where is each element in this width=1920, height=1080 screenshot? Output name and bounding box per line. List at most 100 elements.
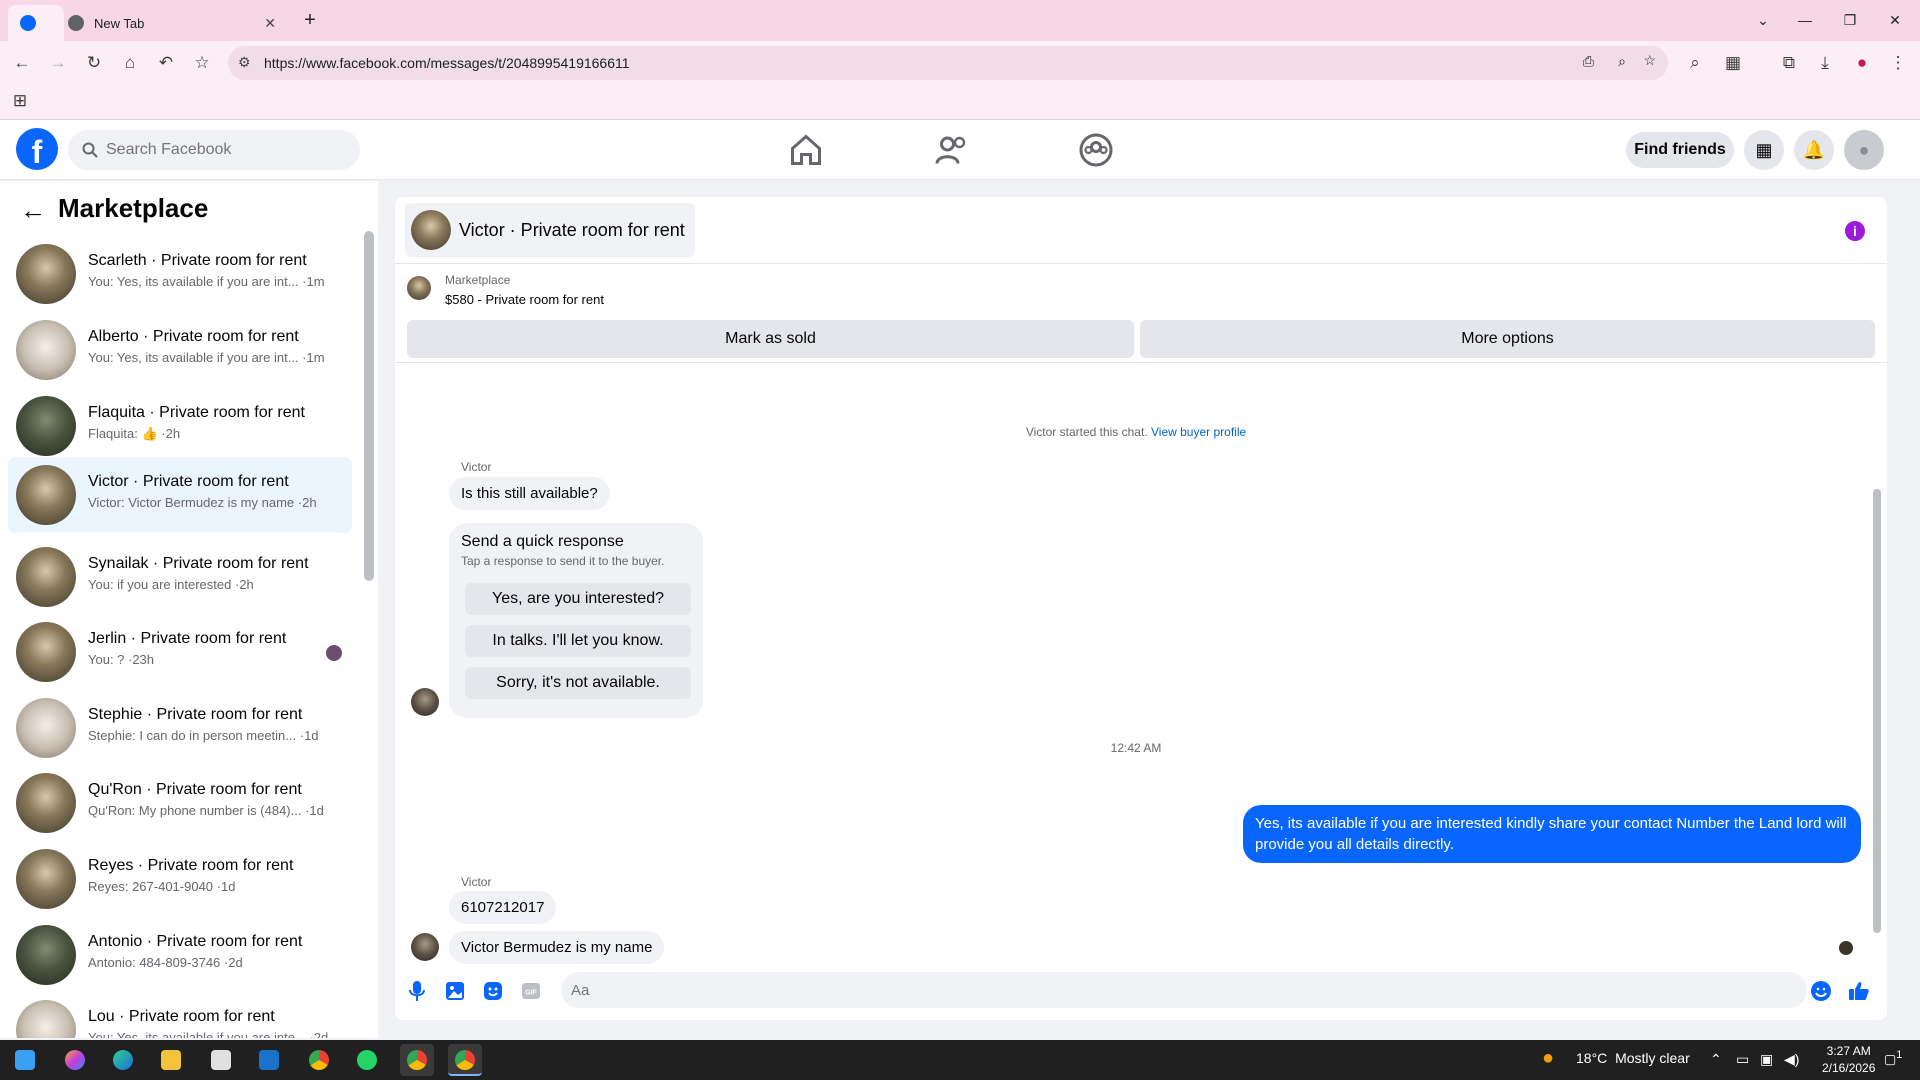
conversation-name: Jerlin · Private room for rent bbox=[88, 630, 287, 647]
profile-icon[interactable]: ● bbox=[1848, 49, 1876, 77]
display-icon[interactable]: ▭ bbox=[1736, 1051, 1749, 1068]
crop-icon[interactable]: ⧉ bbox=[1775, 49, 1803, 77]
quick-response-subtitle: Tap a response to send it to the buyer. bbox=[461, 554, 665, 568]
forward-icon[interactable]: → bbox=[44, 49, 72, 77]
quick-response-in-talks[interactable]: In talks. I'll let you know. bbox=[465, 625, 691, 657]
conversation-name: Flaquita · Private room for rent bbox=[88, 404, 305, 421]
menu-grid-icon[interactable]: ▦ bbox=[1744, 130, 1784, 170]
install-icon[interactable]: ⎙ bbox=[1583, 53, 1594, 70]
emoji-icon[interactable] bbox=[1809, 979, 1833, 1003]
listing-title[interactable]: $580 - Private room for rent bbox=[445, 292, 604, 307]
back-arrow-icon[interactable]: ← bbox=[20, 195, 46, 226]
image-icon[interactable] bbox=[443, 979, 467, 1003]
search-browser-icon[interactable]: ⌕ bbox=[1681, 49, 1709, 77]
tray-overflow-icon[interactable]: ⌃ bbox=[1710, 1051, 1722, 1068]
chrome-active-icon[interactable] bbox=[448, 1044, 482, 1076]
facebook-logo[interactable]: f bbox=[16, 128, 58, 170]
edge-icon[interactable] bbox=[106, 1044, 140, 1076]
chat-header[interactable]: Victor · Private room for rent bbox=[405, 203, 695, 257]
facebook-search[interactable] bbox=[68, 130, 360, 170]
conversation-item[interactable]: Flaquita · Private room for rent Flaquit… bbox=[8, 388, 352, 463]
thumbs-up-icon[interactable] bbox=[1847, 979, 1871, 1003]
more-options-button[interactable]: More options bbox=[1140, 320, 1875, 358]
avatar bbox=[411, 210, 451, 250]
listing-thumbnail[interactable] bbox=[407, 276, 431, 300]
groups-icon[interactable] bbox=[1078, 132, 1114, 168]
view-buyer-profile-link[interactable]: View buyer profile bbox=[1151, 425, 1246, 439]
address-bar[interactable]: ⚙ https://www.facebook.com/messages/t/20… bbox=[228, 46, 1668, 80]
mic-icon[interactable] bbox=[405, 979, 429, 1003]
message-input-wrapper[interactable] bbox=[561, 972, 1807, 1008]
file-explorer-icon[interactable] bbox=[154, 1044, 188, 1076]
site-info-icon[interactable]: ⚙ bbox=[238, 54, 251, 71]
weather-icon[interactable]: ● bbox=[1542, 1047, 1554, 1070]
sticker-icon[interactable] bbox=[481, 979, 505, 1003]
bell-icon[interactable]: 🔔 bbox=[1794, 130, 1834, 170]
avatar bbox=[411, 688, 439, 716]
conversation-name: Stephie · Private room for rent bbox=[88, 706, 303, 723]
conversation-name: Qu'Ron · Private room for rent bbox=[88, 781, 302, 798]
store-icon[interactable] bbox=[204, 1044, 238, 1076]
apps-grid-icon[interactable]: ⊞ bbox=[6, 87, 34, 115]
weather-widget[interactable]: 18°C Mostly clear bbox=[1576, 1050, 1690, 1066]
menu-icon[interactable]: ⋮ bbox=[1884, 49, 1912, 77]
conversation-item[interactable]: Antonio · Private room for rent Antonio:… bbox=[8, 917, 352, 992]
message-input[interactable] bbox=[571, 981, 1751, 999]
outlook-icon[interactable] bbox=[252, 1044, 286, 1076]
browser-tab-strip: New Tab ✕ + ⌄ — ❐ ✕ bbox=[0, 0, 1920, 41]
chrome-icon[interactable] bbox=[302, 1044, 336, 1076]
quick-response-not-available[interactable]: Sorry, it's not available. bbox=[465, 667, 691, 699]
download-icon[interactable]: ⤓ bbox=[1811, 49, 1839, 77]
sidebar-scrollbar[interactable] bbox=[364, 231, 374, 581]
copilot-icon[interactable] bbox=[58, 1044, 92, 1076]
conversation-item[interactable]: Scarleth · Private room for rent You: Ye… bbox=[8, 236, 352, 311]
conversation-item[interactable]: Synailak · Private room for rent You: if… bbox=[8, 539, 352, 614]
gif-icon[interactable]: GIF bbox=[519, 979, 543, 1003]
whatsapp-icon[interactable] bbox=[350, 1044, 384, 1076]
search-input[interactable] bbox=[106, 141, 336, 159]
star-icon[interactable]: ☆ bbox=[1643, 52, 1656, 69]
info-icon[interactable]: i bbox=[1845, 221, 1865, 241]
minimize-button[interactable]: — bbox=[1793, 8, 1817, 32]
close-window-button[interactable]: ✕ bbox=[1883, 8, 1907, 32]
volume-icon[interactable]: ◀) bbox=[1784, 1051, 1799, 1068]
undo-icon[interactable]: ↶ bbox=[152, 49, 180, 77]
qr-icon[interactable]: ▦ bbox=[1719, 49, 1747, 77]
conversation-item[interactable]: Qu'Ron · Private room for rent Qu'Ron: M… bbox=[8, 765, 352, 840]
find-friends-button[interactable]: Find friends bbox=[1626, 132, 1734, 168]
maximize-button[interactable]: ❐ bbox=[1838, 8, 1862, 32]
back-icon[interactable]: ← bbox=[8, 49, 36, 77]
new-tab-button[interactable]: + bbox=[298, 8, 322, 32]
tab-close-icon[interactable]: ✕ bbox=[264, 15, 276, 32]
read-receipt-avatar bbox=[1839, 941, 1853, 955]
tab-new-tab[interactable]: New Tab ✕ bbox=[56, 5, 288, 41]
conversation-name: Antonio · Private room for rent bbox=[88, 933, 303, 950]
home-browser-icon[interactable]: ⌂ bbox=[116, 49, 144, 77]
facebook-header: f Find friends ▦ 🔔 ● bbox=[0, 120, 1920, 180]
incoming-message: Victor Bermudez is my name bbox=[449, 931, 665, 964]
chat-scrollbar[interactable] bbox=[1873, 489, 1881, 933]
chrome-profile-icon[interactable] bbox=[400, 1044, 434, 1076]
clock[interactable]: 3:27 AM 2/16/2026 bbox=[1822, 1043, 1875, 1077]
quick-response-yes[interactable]: Yes, are you interested? bbox=[465, 583, 691, 615]
zoom-icon[interactable]: ⌕ bbox=[1618, 53, 1626, 70]
conversation-preview: You: Yes, its available if you are int..… bbox=[88, 350, 325, 365]
reload-icon[interactable]: ↻ bbox=[80, 49, 108, 77]
friends-icon[interactable] bbox=[934, 132, 970, 168]
start-icon[interactable] bbox=[8, 1044, 42, 1076]
conversation-item[interactable]: Alberto · Private room for rent You: Yes… bbox=[8, 312, 352, 387]
home-icon[interactable] bbox=[788, 132, 824, 168]
conversation-item[interactable]: Reyes · Private room for rent Reyes: 267… bbox=[8, 841, 352, 916]
tab-search-dropdown-icon[interactable]: ⌄ bbox=[1751, 8, 1775, 32]
conversation-item[interactable]: Stephie · Private room for rent Stephie:… bbox=[8, 690, 352, 765]
avatar bbox=[16, 698, 76, 758]
conversation-item-active[interactable]: Victor · Private room for rent Victor: V… bbox=[8, 457, 352, 533]
network-icon[interactable]: ▣ bbox=[1760, 1051, 1773, 1068]
mark-as-sold-button[interactable]: Mark as sold bbox=[407, 320, 1134, 358]
notifications-icon[interactable]: ▢1 bbox=[1884, 1049, 1902, 1067]
bookmark-star-icon[interactable]: ☆ bbox=[188, 49, 216, 77]
conversation-item[interactable]: Jerlin · Private room for rent You: ? ·2… bbox=[8, 614, 352, 689]
conversation-item[interactable]: Lou · Private room for rent You: Yes, it… bbox=[8, 992, 352, 1038]
avatar[interactable]: ● bbox=[1844, 130, 1884, 170]
avatar bbox=[16, 320, 76, 380]
